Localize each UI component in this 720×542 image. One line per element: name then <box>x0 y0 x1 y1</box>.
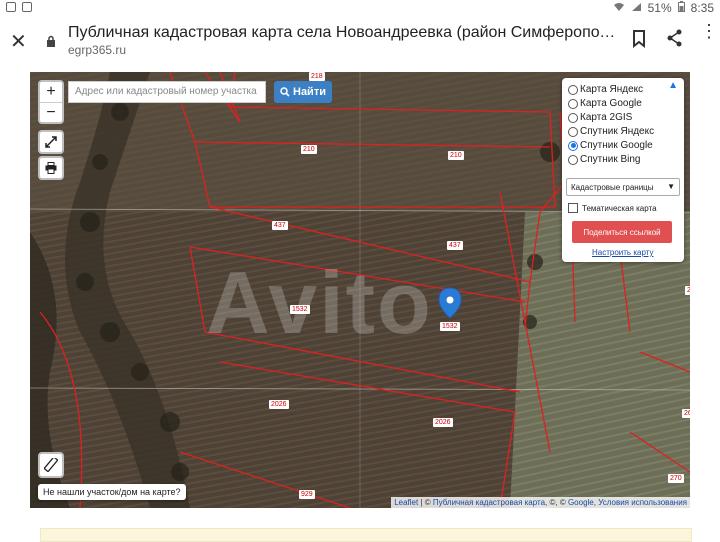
bookmark-icon[interactable] <box>632 30 646 53</box>
layer-radio[interactable] <box>568 84 578 95</box>
ruler-icon <box>44 458 58 472</box>
layer-label: Карта Яндекс <box>580 84 644 95</box>
close-icon[interactable]: ✕ <box>10 29 27 54</box>
system-indicators: 51% 8:35 <box>613 1 714 15</box>
search-placeholder: Адрес или кадастровый номер участка <box>75 86 257 97</box>
fullscreen-icon <box>45 136 57 148</box>
share-link-button[interactable]: Поделиться ссылкой <box>572 221 672 243</box>
thematic-map-option[interactable]: Тематическая карта <box>568 203 657 213</box>
thematic-map-label: Тематическая карта <box>582 203 657 213</box>
layer-option-yandex-satellite[interactable]: Спутник Яндекс <box>568 126 654 137</box>
find-button-label: Найти <box>293 86 326 98</box>
layer-option-google-satellite[interactable]: Спутник Google <box>568 140 653 151</box>
layer-label: Спутник Google <box>580 140 653 151</box>
battery-icon <box>677 1 685 15</box>
layer-option-yandex-map[interactable]: Карта Яндекс <box>568 84 643 95</box>
page-title: Публичная кадастровая карта села Новоанд… <box>68 24 618 41</box>
layer-switcher-panel: ▲ Карта Яндекс Карта Google Карта 2GIS С… <box>562 78 684 262</box>
chevron-down-icon: ▼ <box>667 182 675 191</box>
find-button[interactable]: Найти <box>274 81 332 103</box>
layer-radio-selected[interactable] <box>568 140 578 151</box>
parcel-label[interactable]: 270 <box>668 474 684 483</box>
google-link[interactable]: Google <box>568 498 594 507</box>
terms-link[interactable]: Условия использования <box>598 498 687 507</box>
attribution-separator: , ©, © <box>545 498 568 507</box>
parcel-label[interactable]: 210 <box>301 145 317 154</box>
layer-radio[interactable] <box>568 126 578 137</box>
parcel-label[interactable]: 2 <box>685 286 690 295</box>
status-bar: 51% 8:35 <box>0 0 720 18</box>
page-domain: egrp365.ru <box>68 43 127 57</box>
zoom-control: + − <box>38 80 64 124</box>
layer-option-google-map[interactable]: Карта Google <box>568 98 642 109</box>
thematic-map-checkbox[interactable] <box>568 203 578 213</box>
print-icon <box>45 162 57 174</box>
configure-map-link[interactable]: Настроить карту <box>592 248 653 257</box>
wifi-icon <box>613 1 625 15</box>
parcel-label[interactable]: 2026 <box>433 418 453 427</box>
signal-icon <box>631 1 642 15</box>
layer-radio[interactable] <box>568 98 578 109</box>
not-found-button[interactable]: Не нашли участок/дом на карте? <box>38 484 186 500</box>
parcel-label[interactable]: 2026 <box>269 400 289 409</box>
leaflet-link[interactable]: Leaflet <box>394 498 418 507</box>
map-attribution: Leaflet | © Публичная кадастровая карта,… <box>391 497 690 508</box>
parcel-label[interactable]: 1532 <box>440 322 460 331</box>
layer-radio[interactable] <box>568 112 578 123</box>
pkk-link[interactable]: Публичная кадастровая карта <box>433 498 545 507</box>
share-icon[interactable] <box>666 29 684 52</box>
measure-button[interactable] <box>38 452 64 478</box>
lock-icon <box>46 34 56 47</box>
parcel-label[interactable]: 210 <box>448 151 464 160</box>
parcel-label[interactable]: 26 <box>682 409 690 418</box>
avito-watermark: Avito <box>206 253 433 352</box>
zoom-in-button[interactable]: + <box>40 82 62 103</box>
overlay-select[interactable]: Кадастровые границы ▼ <box>566 178 680 196</box>
attribution-separator: | © <box>418 498 433 507</box>
layer-label: Карта 2GIS <box>580 112 633 123</box>
layer-option-bing-satellite[interactable]: Спутник Bing <box>568 154 641 165</box>
parcel-label[interactable]: 437 <box>272 221 288 230</box>
search-icon <box>280 87 290 97</box>
cadastral-map[interactable]: Avito 218 210 210 437 437 1532 1532 2026… <box>30 72 690 508</box>
layer-radio[interactable] <box>568 154 578 165</box>
print-button[interactable] <box>38 156 64 180</box>
zoom-out-button[interactable]: − <box>40 103 62 123</box>
layer-option-2gis-map[interactable]: Карта 2GIS <box>568 112 632 123</box>
layer-label: Спутник Яндекс <box>580 126 655 137</box>
chevron-up-icon[interactable]: ▲ <box>668 80 678 91</box>
parcel-label[interactable]: 1532 <box>290 305 310 314</box>
image-icon <box>22 2 32 12</box>
more-options-icon[interactable]: ⋮ <box>700 22 718 40</box>
notification-icons <box>6 2 32 12</box>
parcel-label[interactable]: 437 <box>447 241 463 250</box>
address-search-input[interactable]: Адрес или кадастровый номер участка <box>68 81 266 103</box>
battery-percent: 51% <box>647 1 672 15</box>
gallery-icon <box>6 2 16 12</box>
overlay-select-value: Кадастровые границы <box>571 182 654 192</box>
fullscreen-button[interactable] <box>38 130 64 154</box>
parcel-label[interactable]: 218 <box>309 72 325 81</box>
layer-label: Спутник Bing <box>580 154 641 165</box>
clock: 8:35 <box>690 1 714 15</box>
browser-toolbar: ✕ Публичная кадастровая карта села Новоа… <box>0 18 720 63</box>
parcel-label[interactable]: 929 <box>299 490 315 499</box>
layer-label: Карта Google <box>580 98 642 109</box>
